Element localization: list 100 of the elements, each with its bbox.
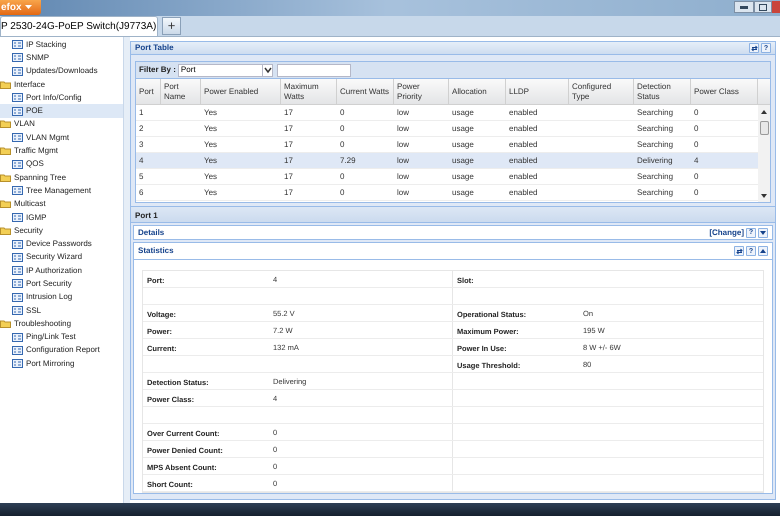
scroll-up-icon[interactable] <box>760 108 768 116</box>
maximize-button[interactable] <box>754 1 772 13</box>
column-header[interactable]: Maximum Watts <box>281 79 337 104</box>
table-cell-text: Yes <box>203 155 218 168</box>
folder-icon <box>0 147 11 156</box>
refresh-button[interactable] <box>749 43 759 54</box>
tree-item[interactable]: Multicast <box>0 198 123 211</box>
column-header[interactable]: Port Name <box>161 79 201 104</box>
scrollbar[interactable] <box>758 105 770 202</box>
tree-item[interactable]: POE <box>0 104 123 118</box>
column-header[interactable]: Port <box>136 79 161 104</box>
tree-item[interactable]: VLAN Mgmt <box>0 131 123 144</box>
table-cell-text: low <box>396 139 410 152</box>
tree-item[interactable]: Troubleshooting <box>0 317 123 331</box>
tree-item[interactable]: VLAN <box>0 118 123 132</box>
tree-item[interactable]: Device Passwords <box>0 237 123 251</box>
tree-item[interactable]: SNMP <box>0 51 123 65</box>
column-header[interactable]: Power Priority <box>394 79 449 104</box>
table-cell-text: 17 <box>283 155 294 168</box>
tree-item[interactable]: IGMP <box>0 210 123 224</box>
tree-item[interactable]: Security <box>0 224 123 238</box>
table-cell-text: Searching <box>636 123 674 136</box>
table-cell-text: low <box>396 123 410 136</box>
tree-item[interactable]: SSL <box>0 304 123 318</box>
tree-item[interactable]: Traffic Mgmt <box>0 144 123 158</box>
folder-icon <box>0 120 11 128</box>
table-cell-text: low <box>396 187 410 200</box>
table-cell-text: 17 <box>283 123 294 136</box>
table-cell-text: 4 <box>138 155 144 168</box>
tree-item[interactable]: Interface <box>0 78 123 92</box>
tree-item[interactable]: Updates/Downloads <box>0 64 123 78</box>
column-header[interactable]: LLDP <box>506 79 569 104</box>
dropdown-caret-icon <box>262 64 272 76</box>
column-header[interactable]: Power Class <box>691 79 758 104</box>
new-tab-button[interactable]: + <box>162 17 181 35</box>
table-cell-text: usage <box>451 123 475 136</box>
browser-tab[interactable]: P 2530-24G-PoEP Switch(J9773A) <box>0 16 158 36</box>
refresh-button[interactable] <box>734 246 744 256</box>
table-cell-text: enabled <box>508 187 538 200</box>
tree-item[interactable]: Port Security <box>0 277 123 291</box>
list-icon <box>12 240 23 249</box>
table-cell-text: 4 <box>693 155 700 168</box>
table-cell-text: Yes <box>203 171 218 184</box>
table-cell-text: Searching <box>636 187 674 200</box>
tree-item[interactable]: Ping/Link Test <box>0 330 123 344</box>
minimize-button[interactable] <box>734 1 754 13</box>
table-cell-text: 7.29 <box>339 155 357 168</box>
table-cell-text: Delivering <box>636 155 674 168</box>
column-header[interactable]: Detection Status <box>634 79 691 104</box>
table-row[interactable]: 4 Yes 17 7.29 low usage enabled Delivering 4 <box>136 153 758 170</box>
table-cell-text: 0 <box>339 123 346 136</box>
list-icon <box>12 252 23 262</box>
tree-item[interactable]: IP Authorization <box>0 264 123 278</box>
list-icon <box>12 306 23 316</box>
table-cell-text: 0 <box>339 139 346 152</box>
list-icon <box>12 279 23 288</box>
table-cell-text: usage <box>451 155 475 168</box>
column-header[interactable]: Allocation <box>449 79 506 104</box>
table-cell-text: enabled <box>508 123 538 136</box>
table-cell-text: 3 <box>138 139 144 152</box>
folder-icon <box>0 80 11 89</box>
caret-down-icon <box>760 230 766 235</box>
list-icon <box>12 53 23 62</box>
filter-select[interactable]: Port <box>178 64 273 77</box>
tree-item[interactable]: Tree Management <box>0 184 123 198</box>
tree-item[interactable]: Security Wizard <box>0 250 123 264</box>
column-header[interactable]: Power Enabled <box>201 79 281 104</box>
table-cell-text: 2 <box>138 123 144 136</box>
tree-item[interactable]: Intrusion Log <box>0 290 123 304</box>
table-cell-text: Searching <box>636 107 674 120</box>
table-cell-text: 17 <box>283 171 294 184</box>
table-cell-text: 6 <box>138 187 144 200</box>
scrollbar-thumb[interactable] <box>760 121 768 136</box>
panel-title: Statistics <box>138 245 174 257</box>
tree-item[interactable]: Port Info/Config <box>0 91 123 104</box>
table-cell-text: 0 <box>339 187 346 200</box>
scroll-down-icon[interactable] <box>760 192 768 200</box>
tree-item[interactable]: Configuration Report <box>0 344 123 358</box>
table-cell-text: enabled <box>508 139 538 152</box>
expand-button[interactable] <box>758 228 768 238</box>
table-cell-text: 0 <box>693 107 700 120</box>
column-header[interactable]: Configured Type <box>569 79 634 104</box>
tree-item[interactable]: IP Stacking <box>0 38 123 52</box>
tree-item[interactable]: Spanning Tree <box>0 170 123 184</box>
filter-input[interactable] <box>276 64 351 77</box>
table-cell-text: low <box>396 155 410 168</box>
table-cell-text: 5 <box>138 171 144 184</box>
list-icon <box>12 40 23 50</box>
list-icon <box>12 332 23 342</box>
table-cell-text: Yes <box>203 139 218 152</box>
list-icon <box>12 266 23 276</box>
change-link[interactable]: [Change] <box>709 226 744 239</box>
tree-item[interactable]: QOS <box>0 158 123 171</box>
section-header: Port 1 <box>131 206 775 224</box>
tree-item[interactable]: Port Mirroring <box>0 357 123 370</box>
collapse-button[interactable] <box>758 246 768 256</box>
panel-title: Details <box>138 226 164 239</box>
table-cell-text: 0 <box>693 123 700 136</box>
table-cell-text: 17 <box>283 107 294 120</box>
column-header[interactable]: Current Watts <box>337 79 394 104</box>
